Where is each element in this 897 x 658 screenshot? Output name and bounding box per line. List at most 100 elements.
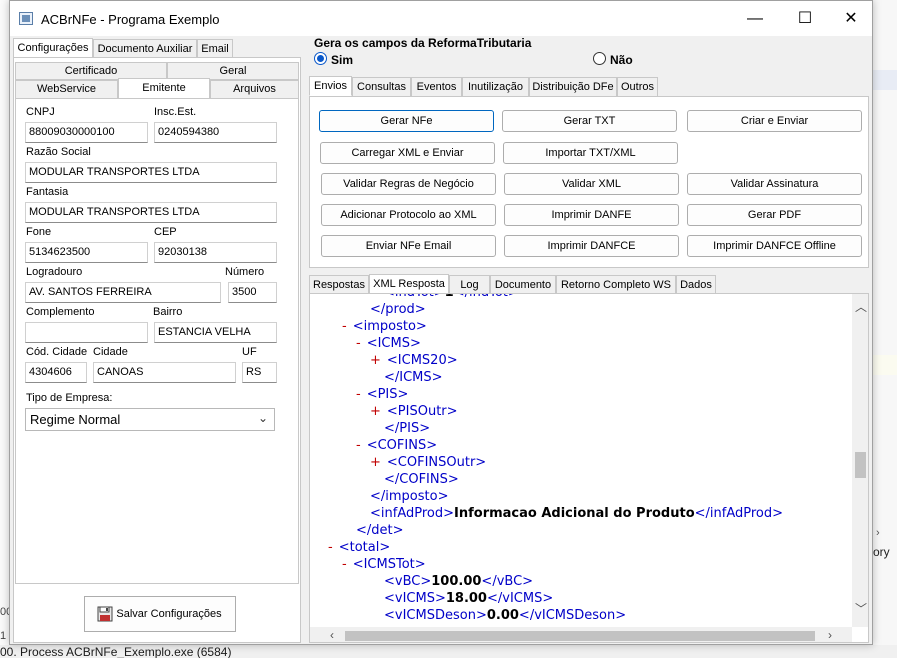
validar-assinatura-button[interactable]: Validar Assinatura: [687, 173, 862, 195]
tab-inutilizacao[interactable]: Inutilização: [462, 77, 529, 97]
gerar-txt-button[interactable]: Gerar TXT: [502, 110, 677, 132]
tab-documento[interactable]: Documento: [490, 275, 556, 295]
bairro-field[interactable]: ESTANCIA VELHA: [154, 322, 277, 343]
scroll-thumb[interactable]: [855, 452, 866, 478]
tipo-empresa-value: Regime Normal: [30, 412, 121, 427]
xml-open-tag: <COFINS>: [366, 438, 438, 453]
xml-line: - <total>: [328, 540, 390, 555]
expand-toggle-icon[interactable]: +: [370, 404, 381, 419]
save-config-button[interactable]: Salvar Configurações: [84, 596, 236, 632]
app-icon: [19, 12, 33, 25]
radio-sim-label: Sim: [331, 53, 354, 67]
label-fantasia: Fantasia: [26, 186, 69, 198]
scroll-up-icon[interactable]: ︿: [855, 298, 867, 315]
gerar-pdf-button[interactable]: Gerar PDF: [687, 204, 862, 226]
complemento-field[interactable]: [25, 322, 148, 343]
vertical-scrollbar[interactable]: ︿ ﹀: [852, 294, 868, 627]
insc-est-field[interactable]: 0240594380: [154, 122, 277, 143]
close-button[interactable]: ✕: [828, 1, 874, 36]
razao-social-field[interactable]: MODULAR TRANSPORTES LTDA: [25, 162, 277, 183]
validar-regras-button[interactable]: Validar Regras de Negócio: [321, 173, 496, 195]
xml-open-tag: <vBC>: [384, 574, 432, 589]
expand-toggle-icon[interactable]: -: [356, 387, 361, 402]
xml-value: 100.00: [431, 574, 482, 589]
imprimir-danfe-button[interactable]: Imprimir DANFE: [504, 204, 679, 226]
scroll-right-icon[interactable]: ›: [828, 628, 832, 642]
label-cod-cidade: Cód. Cidade: [26, 346, 88, 358]
expand-toggle-icon[interactable]: -: [328, 540, 333, 555]
expand-toggle-icon[interactable]: +: [370, 353, 381, 368]
importar-txt-xml-button[interactable]: Importar TXT/XML: [503, 142, 678, 164]
xml-open-tag: <PISOutr>: [386, 404, 458, 419]
horizontal-scrollbar[interactable]: ‹ ›: [310, 627, 852, 642]
validar-xml-button[interactable]: Validar XML: [504, 173, 679, 195]
title-bar[interactable]: ACBrNFe - Programa Exemplo — ☐ ✕: [10, 1, 872, 36]
tab-configuracoes[interactable]: Configurações: [13, 38, 93, 58]
tab-outros[interactable]: Outros: [617, 77, 658, 97]
cep-field[interactable]: 92030138: [154, 242, 277, 263]
fone-field[interactable]: 5134623500: [25, 242, 148, 263]
background-left-strip: [0, 0, 9, 658]
xml-value: 18.00: [445, 591, 487, 606]
radio-nao[interactable]: [593, 52, 606, 65]
logradouro-field[interactable]: AV. SANTOS FERREIRA: [25, 282, 221, 303]
cod-cidade-field[interactable]: 4304606: [25, 362, 87, 383]
criar-enviar-button[interactable]: Criar e Enviar: [687, 110, 862, 132]
tab-respostas[interactable]: Respostas: [309, 275, 369, 295]
expand-toggle-icon[interactable]: -: [342, 319, 347, 334]
radio-sim[interactable]: [314, 52, 327, 65]
expand-toggle-icon[interactable]: -: [342, 557, 347, 572]
maximize-button[interactable]: ☐: [782, 1, 828, 36]
tab-log[interactable]: Log: [449, 275, 490, 295]
xml-line: - <ICMSTot>: [342, 557, 426, 572]
tab-dados[interactable]: Dados: [676, 275, 716, 295]
cnpj-field[interactable]: 88009030000100: [25, 122, 148, 143]
expand-toggle-icon[interactable]: -: [356, 336, 361, 351]
xml-open-tag: <ICMS20>: [386, 353, 458, 368]
xml-viewer[interactable]: <indTot>1</indTot></prod>-<imposto>-<ICM…: [309, 293, 869, 643]
gerar-nfe-button[interactable]: Gerar NFe: [319, 110, 494, 132]
minimize-button[interactable]: —: [732, 1, 778, 36]
scroll-left-icon[interactable]: ‹: [330, 628, 334, 642]
actions-pane: Gera os campos da ReformaTributaria Sim …: [306, 36, 872, 646]
expand-toggle-icon[interactable]: +: [370, 455, 381, 470]
cidade-field[interactable]: CANOAS: [93, 362, 236, 383]
tipo-empresa-select[interactable]: Regime Normal ⌄: [25, 408, 275, 431]
tab-xml-resposta[interactable]: XML Resposta: [369, 274, 449, 294]
xml-line: <indTot>1</indTot>: [384, 294, 519, 300]
tab-distribuicao-dfe[interactable]: Distribuição DFe: [529, 77, 617, 97]
xml-open-tag: </COFINS>: [384, 472, 459, 487]
tab-consultas[interactable]: Consultas: [352, 77, 411, 97]
tab-email[interactable]: Email: [197, 39, 233, 59]
xml-line: - <ICMS>: [356, 336, 421, 351]
tab-eventos[interactable]: Eventos: [411, 77, 462, 97]
subtab-emitente[interactable]: Emitente: [118, 78, 210, 99]
xml-open-tag: </imposto>: [370, 489, 449, 504]
fantasia-field[interactable]: MODULAR TRANSPORTES LTDA: [25, 202, 277, 223]
enviar-nfe-email-button[interactable]: Enviar NFe Email: [321, 235, 496, 257]
expand-toggle-icon[interactable]: -: [356, 438, 361, 453]
tab-envios[interactable]: Envios: [309, 76, 352, 96]
uf-field[interactable]: RS: [242, 362, 277, 383]
xml-close-tag: </infAdProd>: [694, 506, 784, 521]
tab-retorno-completo-ws[interactable]: Retorno Completo WS: [556, 275, 676, 295]
carregar-xml-enviar-button[interactable]: Carregar XML e Enviar: [320, 142, 495, 164]
label-cep: CEP: [154, 226, 177, 238]
imprimir-danfce-offline-button[interactable]: Imprimir DANFCE Offline: [687, 235, 862, 257]
subtab-arquivos[interactable]: Arquivos: [210, 80, 299, 99]
scroll-thumb[interactable]: [345, 631, 815, 641]
label-insc-est: Insc.Est.: [154, 106, 197, 118]
tab-documento-auxiliar[interactable]: Documento Auxiliar: [93, 39, 197, 59]
label-logradouro: Logradouro: [26, 266, 83, 278]
imprimir-danfce-button[interactable]: Imprimir DANFCE: [504, 235, 679, 257]
adicionar-protocolo-button[interactable]: Adicionar Protocolo ao XML: [321, 204, 496, 226]
numero-field[interactable]: 3500: [228, 282, 277, 303]
xml-open-tag: <vICMSDeson>: [384, 608, 487, 623]
background-chevron-right-icon: ›: [876, 527, 880, 539]
window-title: ACBrNFe - Programa Exemplo: [41, 12, 220, 27]
xml-value: Informacao Adicional do Produto: [454, 506, 695, 521]
main-window: ACBrNFe - Programa Exemplo — ☐ ✕ Configu…: [9, 0, 873, 645]
xml-open-tag: <COFINSOutr>: [386, 455, 487, 470]
scroll-down-icon[interactable]: ﹀: [855, 600, 867, 617]
subtab-webservice[interactable]: WebService: [15, 80, 118, 99]
